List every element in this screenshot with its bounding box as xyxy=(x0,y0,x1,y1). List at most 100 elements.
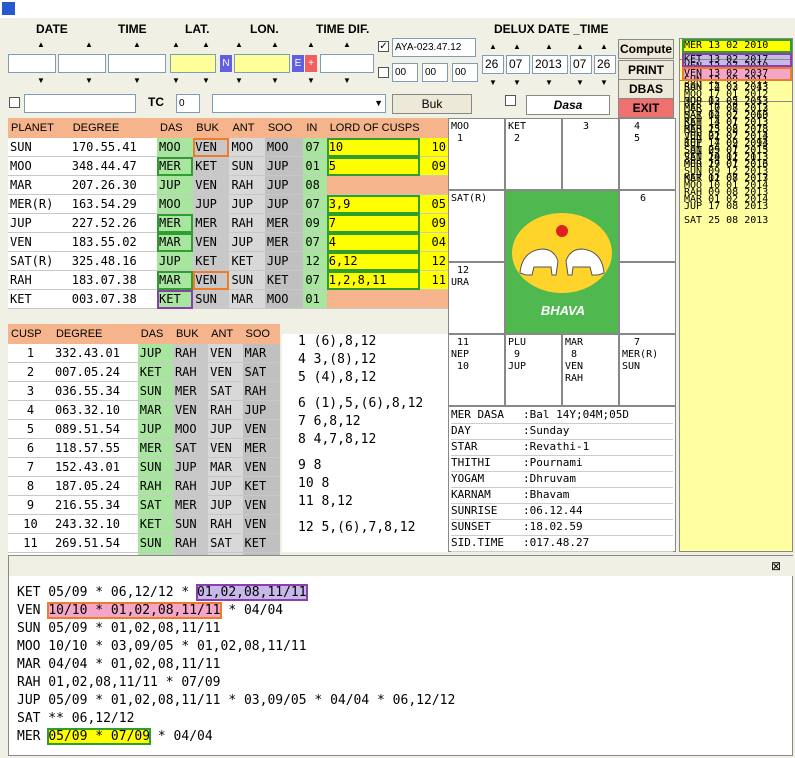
planet-cell: 325.48.16 xyxy=(69,251,158,271)
chart-cell-cancer: 6 xyxy=(619,190,676,262)
planet-table-wrap: PLANET DEGREE DAS BUK ANT SOO IN LORD OF CUSPS … xyxy=(8,118,448,309)
info-key: SUNSET xyxy=(451,520,491,533)
planet-cell: VEN xyxy=(193,138,230,157)
ayanamsa-checkbox[interactable]: ✓ xyxy=(378,41,389,52)
planet-cell: JUP xyxy=(264,175,304,195)
planet-cell: KET xyxy=(193,251,230,271)
delux-hour-field[interactable]: 07 xyxy=(570,55,592,74)
date-day-field[interactable] xyxy=(8,54,56,73)
offset-field-3[interactable]: 00 xyxy=(452,63,478,82)
planet-cell: JUP xyxy=(8,213,70,233)
planet-row: JUP 227.52.26 MER MER RAH MER 09 7 09 xyxy=(8,213,448,233)
significator-lines: KET 05/09 * 06,12/12 * 01,02,08,11/11 VEN… xyxy=(17,584,777,746)
compute-button[interactable]: Compute xyxy=(618,39,674,59)
dasa-checkbox[interactable] xyxy=(505,95,516,106)
significator-panel: ⊠ KET 05/09 * 06,12/12 * 01,02,08,11/11 V… xyxy=(8,555,794,756)
chart-cell-pisces: MOO 1 xyxy=(448,118,505,190)
delux-down-arrows[interactable]: ▼ ▼ ▼ ▼ ▼ xyxy=(482,76,616,90)
info-key: DAY xyxy=(451,424,471,437)
planet-cell: 5 xyxy=(326,156,421,176)
cusp-row: 11 269.51.54 SUN RAH SAT KET xyxy=(8,533,280,553)
planet-cell: KET xyxy=(8,289,70,309)
time-offset-checkbox[interactable] xyxy=(378,67,389,78)
significator-line: MOO 10/10 * 03,09/05 * 01,02,08,11/11 xyxy=(17,638,777,656)
info-key: SID.TIME xyxy=(451,536,504,549)
cusp-cell: 269.51.54 xyxy=(52,533,138,553)
offset-field-1[interactable]: 00 xyxy=(392,63,418,82)
place-dropdown[interactable]: ▼ xyxy=(212,94,386,113)
dbas-button[interactable]: DBAS xyxy=(618,79,674,99)
print-button[interactable]: PRINT xyxy=(618,60,674,80)
cusp-cell: VEN xyxy=(208,344,243,363)
label-time: TIME xyxy=(118,22,147,36)
planet-cell: 183.07.38 xyxy=(69,270,158,290)
info-value: :18.02.59 xyxy=(523,520,583,533)
n-badge[interactable]: N xyxy=(220,55,232,72)
name-field[interactable] xyxy=(24,94,136,113)
cusp-cell: JUP xyxy=(242,400,280,420)
dasa-group-maha: MER 13 02 2010 KET 13 02 2017 VEN 13 02 20… xyxy=(680,39,792,163)
cusp-cell: SAT xyxy=(242,362,280,382)
cusp-cell: MAR xyxy=(137,400,173,420)
lat-field[interactable] xyxy=(170,54,216,73)
dasa-entry: SUN 25 07 2013 xyxy=(684,145,769,156)
plus-badge[interactable]: + xyxy=(305,55,317,72)
lon-field[interactable] xyxy=(234,54,290,73)
offset-field-2[interactable]: 00 xyxy=(422,63,448,82)
planet-cell: 07 xyxy=(303,270,327,290)
line-text: KET 05/09 * 06,12/12 * xyxy=(17,585,198,600)
chart-cell-aquarius: SAT(R) xyxy=(448,190,505,262)
delux-month-field[interactable]: 07 xyxy=(506,55,530,74)
cusp-cell: VEN xyxy=(172,400,209,420)
title-bar xyxy=(0,0,795,18)
cusp-cell: JUP xyxy=(208,419,243,439)
line-text: MAR 04/04 * 01,02,08,11/11 xyxy=(17,657,221,672)
up-arrows-row[interactable]: ▲ ▲ ▲ ▲ ▲ ▲ ▲ ▲ ▲ xyxy=(8,38,374,52)
buk-button[interactable]: Buk xyxy=(392,94,472,114)
line-tail: * 04/04 xyxy=(150,729,213,744)
cusp-cell: 3 xyxy=(8,381,53,401)
cusp-header-cusp: CUSP xyxy=(8,324,53,344)
tc-label: TC xyxy=(148,95,164,109)
delux-minute-field[interactable]: 26 xyxy=(594,55,616,74)
planet-header-ant: ANT xyxy=(229,118,265,138)
cusp-cell: JUP xyxy=(208,476,243,496)
planet-cell: 207.26.30 xyxy=(69,175,158,195)
dasa-group-sookshma: MER 10 07 2013 KET 13 07 2013 VEN 22 07 20… xyxy=(680,102,792,226)
name-checkbox[interactable] xyxy=(9,97,20,108)
tc-field[interactable]: 0 xyxy=(176,94,200,113)
cusp-cell: 216.55.34 xyxy=(52,495,138,515)
cusp-row: 10 243.32.10 KET SUN RAH VEN xyxy=(8,514,280,534)
date-month-field[interactable] xyxy=(58,54,106,73)
cusp-cell: VEN xyxy=(208,438,243,458)
delux-up-arrows[interactable]: ▲ ▲ ▲ ▲ ▲ xyxy=(482,40,616,54)
planet-cell: MAR xyxy=(157,232,194,252)
delux-year-field[interactable]: 2013 xyxy=(532,55,568,74)
planet-cell: 183.55.02 xyxy=(69,232,158,252)
info-row: SUNSET :18.02.59 xyxy=(451,519,673,536)
timedif-field[interactable] xyxy=(320,54,374,73)
ayanamsa-field[interactable]: AYA-023.47.12 xyxy=(392,38,476,57)
cusp-cell: MAR xyxy=(242,344,280,363)
planet-cell: 07 xyxy=(303,194,327,214)
planet-cell: 05 xyxy=(420,194,448,214)
planet-row: RAH 183.07.38 MAR VEN SUN KET 07 1,2,8,11 11 xyxy=(8,270,448,290)
dasa-button[interactable]: Dasa xyxy=(526,95,610,115)
significator-line: 10 8 xyxy=(298,476,330,491)
date-time-spinners[interactable]: ▲ ▲ ▲ ▲ ▲ ▲ ▲ ▲ ▲ N E + ▼ ▼ ▼ ▼ ▼ ▼ ▼ ▼ ▼ xyxy=(8,38,374,88)
cusp-row: 4 063.32.10 MAR VEN RAH JUP xyxy=(8,400,280,420)
planet-cell: MER xyxy=(157,156,194,176)
down-arrows-row[interactable]: ▼ ▼ ▼ ▼ ▼ ▼ ▼ ▼ ▼ xyxy=(8,74,374,88)
cusp-row: 9 216.55.34 SAT MER JUP VEN xyxy=(8,495,280,515)
planet-cell: 11 xyxy=(420,270,448,290)
time-field[interactable] xyxy=(108,54,166,73)
planet-cell: JUP xyxy=(193,194,230,214)
delux-day-field[interactable]: 26 xyxy=(482,55,504,74)
significator-line: MAR 04/04 * 01,02,08,11/11 xyxy=(17,656,777,674)
planet-cell: 01 xyxy=(303,156,327,176)
exit-button[interactable]: EXIT xyxy=(618,98,674,118)
close-icon[interactable]: ⊠ xyxy=(771,559,781,573)
planet-row: MER(R) 163.54.29 MOO JUP JUP JUP 07 3,9 05 xyxy=(8,194,448,214)
chart-cell-sagittarius: 11 NEP 10 xyxy=(448,334,505,406)
e-badge[interactable]: E xyxy=(292,55,304,72)
